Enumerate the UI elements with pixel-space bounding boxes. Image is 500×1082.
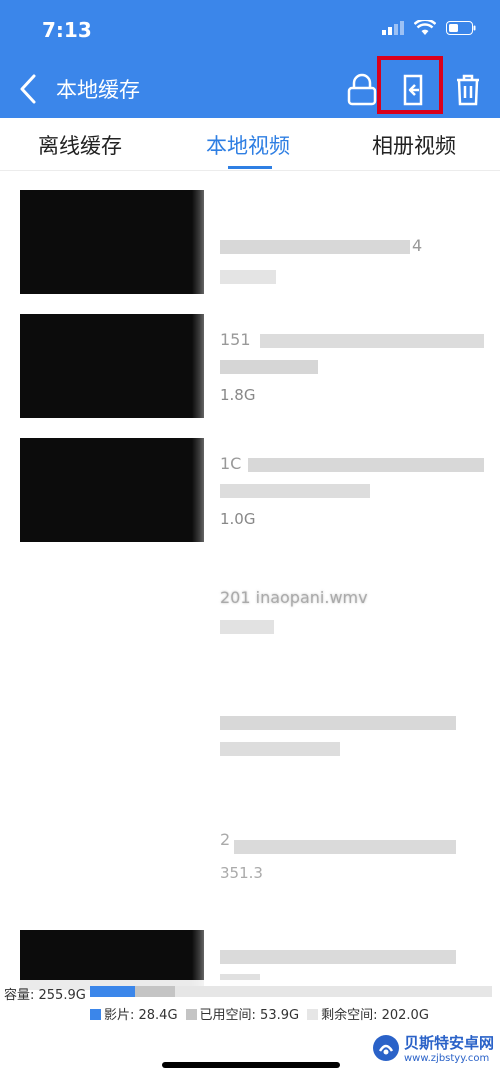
video-size: 1.0G <box>220 510 256 528</box>
home-indicator[interactable] <box>162 1062 340 1068</box>
video-size: 351.3 <box>220 864 263 882</box>
storage-summary: 容量: 255.9G 影片: 28.4G 已用空间: 53.9G 剩余空间: 2… <box>0 980 500 1030</box>
video-thumbnail[interactable] <box>20 190 204 294</box>
status-time: 7:13 <box>42 18 92 42</box>
video-title: 2 <box>220 830 231 849</box>
watermark-url: www.zjbstyy.com <box>404 1053 490 1064</box>
lock-button[interactable] <box>342 70 382 110</box>
status-bar: 7:13 <box>0 0 500 60</box>
video-thumbnail[interactable] <box>20 438 204 542</box>
video-title: 201 inaopani.wmv <box>220 588 368 607</box>
back-arrow-icon <box>20 74 36 104</box>
delete-button[interactable] <box>448 70 488 110</box>
legend-used: 已用空间: 53.9G <box>185 1004 300 1023</box>
watermark-name: 贝斯特安卓网 <box>404 1034 495 1052</box>
list-item[interactable]: 2 351.3 <box>0 828 500 938</box>
list-item[interactable] <box>0 704 500 814</box>
status-icons <box>382 20 476 36</box>
tab-bar: 离线缓存 本地视频 相册视频 <box>0 118 500 171</box>
video-size: 1.8G <box>220 386 256 404</box>
battery-icon <box>446 21 476 35</box>
capacity-used-fill <box>134 986 175 997</box>
video-thumbnail[interactable] <box>20 314 204 418</box>
legend-video-label: 影片: 28.4G <box>104 1008 178 1023</box>
capacity-bar <box>90 986 492 997</box>
cellular-signal-icon <box>382 21 404 35</box>
list-item[interactable]: 1C 1.0G <box>0 438 500 548</box>
active-tab-indicator <box>228 166 272 169</box>
trash-icon <box>457 74 479 106</box>
tab-local-video[interactable]: 本地视频 <box>206 130 290 160</box>
page-title: 本地缓存 <box>56 78 140 102</box>
legend-used-label: 已用空间: 53.9G <box>199 1008 300 1023</box>
tab-album-video[interactable]: 相册视频 <box>372 130 456 160</box>
capacity-label: 容量: 255.9G <box>4 988 86 1003</box>
video-title: 151 <box>220 330 251 349</box>
lock-icon <box>347 73 377 106</box>
legend-free-label: 剩余空间: 202.0G <box>321 1008 429 1023</box>
list-item[interactable]: 201 inaopani.wmv <box>0 580 500 690</box>
list-item[interactable]: 4 <box>0 190 500 300</box>
tab-offline-cache[interactable]: 离线缓存 <box>38 130 122 160</box>
watermark: 贝斯特安卓网 www.zjbstyy.com <box>372 1032 494 1064</box>
list-item[interactable]: 151 1.8G <box>0 314 500 424</box>
legend-free: 剩余空间: 202.0G <box>307 1004 429 1023</box>
watermark-logo-icon <box>373 1035 399 1061</box>
video-title: 1C <box>220 454 242 473</box>
export-button-highlight <box>377 56 443 114</box>
video-title: 4 <box>412 236 423 255</box>
back-button[interactable] <box>12 70 48 108</box>
capacity-video-fill <box>90 986 135 997</box>
wifi-icon <box>414 20 436 35</box>
capacity-legend: 影片: 28.4G 已用空间: 53.9G 剩余空间: 202.0G <box>90 1004 429 1023</box>
legend-video: 影片: 28.4G <box>90 1004 178 1023</box>
